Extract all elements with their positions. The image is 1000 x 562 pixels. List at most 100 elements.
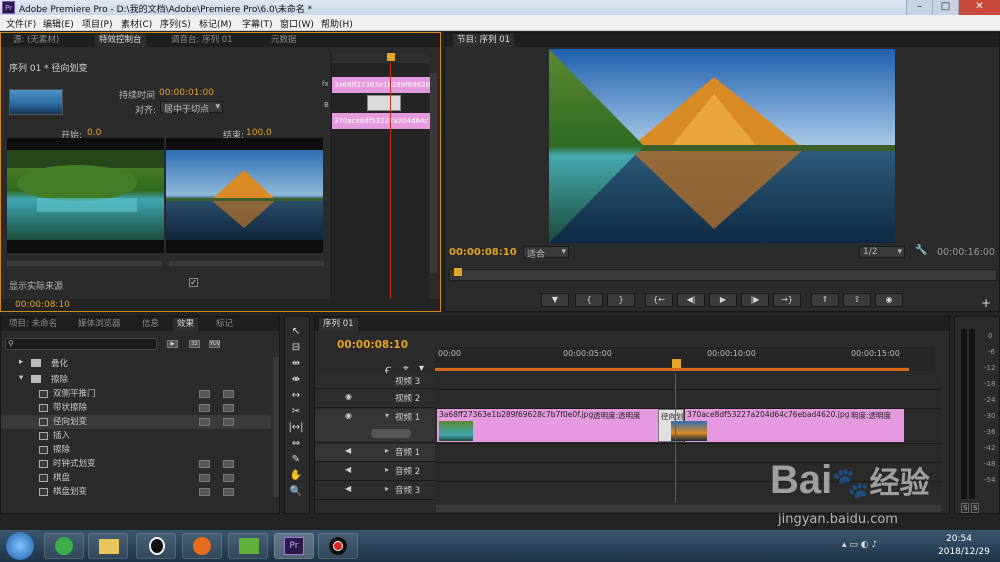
maximize-button[interactable]: □	[932, 0, 958, 15]
slip-tool-icon[interactable]: |↔|	[288, 421, 304, 435]
play-button[interactable]: ▶	[709, 293, 737, 307]
menu-file[interactable]: 文件(F)	[6, 17, 36, 30]
tree-item-1[interactable]: 带状擦除	[1, 401, 271, 415]
ec-transition-block[interactable]	[367, 95, 401, 111]
tree-item-0[interactable]: 双侧平推门	[1, 387, 271, 401]
tree-item-3[interactable]: 插入	[1, 429, 271, 443]
taskbar-recorder[interactable]	[318, 533, 358, 559]
tree-item-2-selected[interactable]: 径向划变	[1, 415, 271, 429]
clip-a-opacity[interactable]: 透明度:透明度	[593, 410, 641, 421]
32bit-icon[interactable]: 32	[189, 340, 200, 348]
chevron-right-icon[interactable]: ▸	[385, 484, 389, 493]
program-playhead-icon[interactable]	[454, 268, 462, 276]
taskbar-explorer[interactable]	[88, 533, 128, 559]
tree-folder-dissolve[interactable]: ▸ 叠化	[1, 357, 271, 371]
selection-tool-icon[interactable]: ↖	[288, 325, 304, 339]
solo-right-button[interactable]: S	[971, 503, 980, 513]
tree-item-5[interactable]: 时钟式划变	[1, 457, 271, 471]
tab-effects[interactable]: 效果	[173, 318, 199, 331]
duration-value[interactable]: 00:00:01:00	[159, 88, 214, 98]
taskbar-premiere[interactable]: Pr	[274, 533, 314, 559]
ec-clip-b[interactable]: 370ace8df53227a204d64c76ebad4620.jpg	[332, 113, 430, 129]
tab-metadata[interactable]: 元数据	[267, 34, 301, 47]
align-select[interactable]: 居中于切点 ▾	[160, 101, 223, 115]
eye-icon[interactable]: ◉	[345, 411, 355, 420]
tree-item-7[interactable]: 棋盘划变	[1, 485, 271, 499]
solo-left-button[interactable]: S	[961, 503, 970, 513]
chevron-right-icon[interactable]: ▸	[385, 446, 389, 455]
tree-item-6[interactable]: 棋盘	[1, 471, 271, 485]
lift-button[interactable]: ⇑	[811, 293, 839, 307]
tab-markers[interactable]: 标记	[212, 318, 237, 331]
clip-b-opacity[interactable]: 明度:透明度	[851, 410, 891, 421]
track-select-tool-icon[interactable]: ⊟	[288, 341, 304, 355]
out-point-button[interactable]: }	[607, 293, 635, 307]
speaker-icon[interactable]: ◀	[345, 465, 355, 474]
tray-icons[interactable]: ▴ ▭ ◐ ♪	[842, 540, 877, 550]
slide-tool-icon[interactable]: ⇔	[288, 437, 304, 451]
program-scrubber[interactable]	[449, 268, 997, 281]
export-frame-button[interactable]: ◉	[875, 293, 903, 307]
close-button[interactable]: ✕	[958, 0, 1000, 15]
taskbar-refresh-app[interactable]	[44, 533, 84, 559]
taskbar-qq[interactable]	[136, 533, 176, 559]
ec-playhead-icon[interactable]	[387, 53, 395, 61]
tab-project[interactable]: 项目: 未命名	[5, 318, 61, 331]
chevron-down-icon[interactable]: ▾	[385, 411, 389, 420]
mark-in-button[interactable]: ▼	[541, 293, 569, 307]
menu-title[interactable]: 字幕(T)	[242, 17, 273, 30]
go-to-out-button[interactable]: →}	[773, 293, 801, 307]
ec-timecode[interactable]: 00:00:08:10	[15, 300, 70, 310]
taskbar-camtasia[interactable]	[228, 533, 268, 559]
menu-marker[interactable]: 标记(M)	[199, 17, 232, 30]
menu-project[interactable]: 项目(P)	[82, 17, 112, 30]
start-button[interactable]	[6, 532, 34, 560]
pen-tool-icon[interactable]: ✎	[288, 453, 304, 467]
tab-info[interactable]: 信息	[138, 318, 163, 331]
clock-time[interactable]: 20:54	[946, 534, 972, 544]
go-to-in-button[interactable]: {←	[645, 293, 673, 307]
timeline-scrollbar[interactable]	[436, 505, 941, 512]
quality-select[interactable]: 1/2 ▾	[859, 246, 905, 258]
ec-clip-a[interactable]: 3a68ff27363e1b289f69628c7b7f0e0f.jpg	[332, 77, 430, 93]
step-forward-button[interactable]: |▶	[741, 293, 769, 307]
clock-date[interactable]: 2018/12/29	[938, 547, 990, 557]
menu-sequence[interactable]: 序列(S)	[160, 17, 191, 30]
keyframe-toggle[interactable]	[371, 429, 411, 438]
wrench-icon[interactable]: 🔧	[915, 245, 927, 256]
program-timecode[interactable]: 00:00:08:10	[449, 247, 517, 258]
tree-folder-wipe[interactable]: ▾ 擦除	[1, 373, 271, 387]
timeline-ruler[interactable]: 00:00 00:00:05:00 00:00:10:00 00:00:15:0…	[435, 347, 935, 371]
step-back-button[interactable]: ◀|	[677, 293, 705, 307]
tree-item-4[interactable]: 擦除	[1, 443, 271, 457]
tab-source[interactable]: 源: (无素材)	[9, 34, 63, 47]
ripple-edit-tool-icon[interactable]: ⇹	[288, 357, 304, 371]
yuv-icon[interactable]: YUV	[209, 340, 220, 348]
eye-icon[interactable]: ◉	[345, 392, 355, 401]
rolling-edit-tool-icon[interactable]: ⇼	[288, 373, 304, 387]
taskbar-firefox[interactable]	[182, 533, 222, 559]
tab-effect-controls[interactable]: 特效控制台	[95, 34, 146, 47]
speaker-icon[interactable]: ◀	[345, 446, 355, 455]
show-source-checkbox[interactable]: ✓	[189, 278, 198, 287]
fit-select[interactable]: 适合 ▾	[523, 246, 569, 260]
tab-audio-mixer[interactable]: 调音台: 序列 01	[167, 34, 237, 47]
effects-scrollbar[interactable]	[273, 357, 279, 497]
effects-search-input[interactable]: ⚲	[5, 338, 157, 350]
add-button-icon[interactable]: +	[981, 296, 991, 310]
speaker-icon[interactable]: ◀	[345, 484, 355, 493]
preview-a-slider[interactable]	[7, 261, 162, 266]
chevron-right-icon[interactable]: ▸	[385, 465, 389, 474]
timeline-clip-a[interactable]: 3a68ff27363e1b289f69628c7b7f0e0f.jpg 透明度…	[437, 409, 671, 442]
minimize-button[interactable]: –	[906, 0, 932, 15]
hand-tool-icon[interactable]: ✋	[288, 469, 304, 483]
menu-window[interactable]: 窗口(W)	[280, 17, 314, 30]
tab-media-browser[interactable]: 媒体浏览器	[74, 318, 125, 331]
timeline-clip-b[interactable]: 370ace8df53227a204d64c76ebad4620.jpg 明度:…	[671, 409, 904, 442]
zoom-tool-icon[interactable]: 🔍	[288, 485, 304, 499]
menu-edit[interactable]: 编辑(E)	[43, 17, 74, 30]
ec-scrollbar[interactable]	[430, 73, 437, 273]
menu-clip[interactable]: 素材(C)	[121, 17, 152, 30]
extract-button[interactable]: ⇧	[843, 293, 871, 307]
preview-b-slider[interactable]	[169, 261, 324, 266]
